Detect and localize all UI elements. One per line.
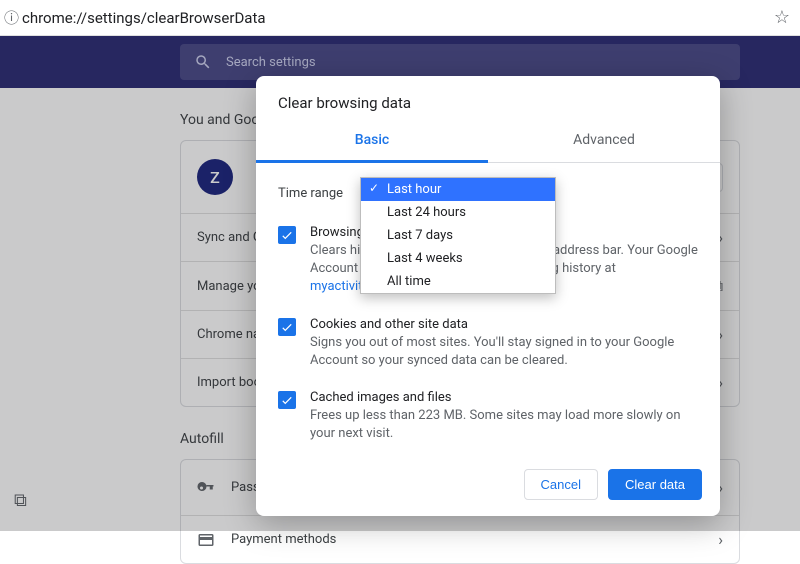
dialog-title: Clear browsing data — [256, 76, 720, 122]
chevron-right-icon: › — [718, 530, 723, 549]
cookies-sub: Signs you out of most sites. You'll stay… — [310, 334, 698, 370]
item-cookies[interactable]: Cookies and other site data Signs you ou… — [278, 317, 698, 370]
time-range-option-last-4-weeks[interactable]: Last 4 weeks — [361, 247, 555, 270]
tab-basic[interactable]: Basic — [256, 122, 488, 163]
bookmark-star-icon[interactable]: ☆ — [774, 7, 790, 28]
time-range-option-last-hour[interactable]: Last hour — [361, 178, 555, 201]
time-range-dropdown: Last hour Last 24 hours Last 7 days Last… — [360, 177, 556, 294]
checkbox-history[interactable] — [278, 226, 296, 244]
clear-data-button[interactable]: Clear data — [608, 469, 702, 500]
cache-sub: Frees up less than 223 MB. Some sites ma… — [310, 407, 698, 443]
checkbox-cache[interactable] — [278, 391, 296, 409]
omnibox[interactable]: ⓘ chrome://settings/clearBrowserData ☆ — [0, 0, 800, 36]
tab-advanced[interactable]: Advanced — [488, 122, 720, 162]
time-range-option-last-7-days[interactable]: Last 7 days — [361, 224, 555, 247]
time-range-label: Time range — [278, 186, 360, 201]
cancel-button[interactable]: Cancel — [524, 469, 598, 500]
dialog-tabs: Basic Advanced — [256, 122, 720, 163]
site-info-icon[interactable]: ⓘ — [4, 7, 16, 28]
cookies-head: Cookies and other site data — [310, 317, 698, 332]
cache-head: Cached images and files — [310, 390, 698, 405]
clear-browsing-data-dialog: Clear browsing data Basic Advanced Time … — [256, 76, 720, 516]
time-range-option-all-time[interactable]: All time — [361, 270, 555, 293]
checkbox-cookies[interactable] — [278, 318, 296, 336]
item-cache[interactable]: Cached images and files Frees up less th… — [278, 390, 698, 443]
time-range-option-last-24-hours[interactable]: Last 24 hours — [361, 201, 555, 224]
card-icon — [197, 531, 215, 549]
url-text: chrome://settings/clearBrowserData — [22, 9, 768, 27]
row-payment-label: Payment methods — [231, 532, 718, 547]
